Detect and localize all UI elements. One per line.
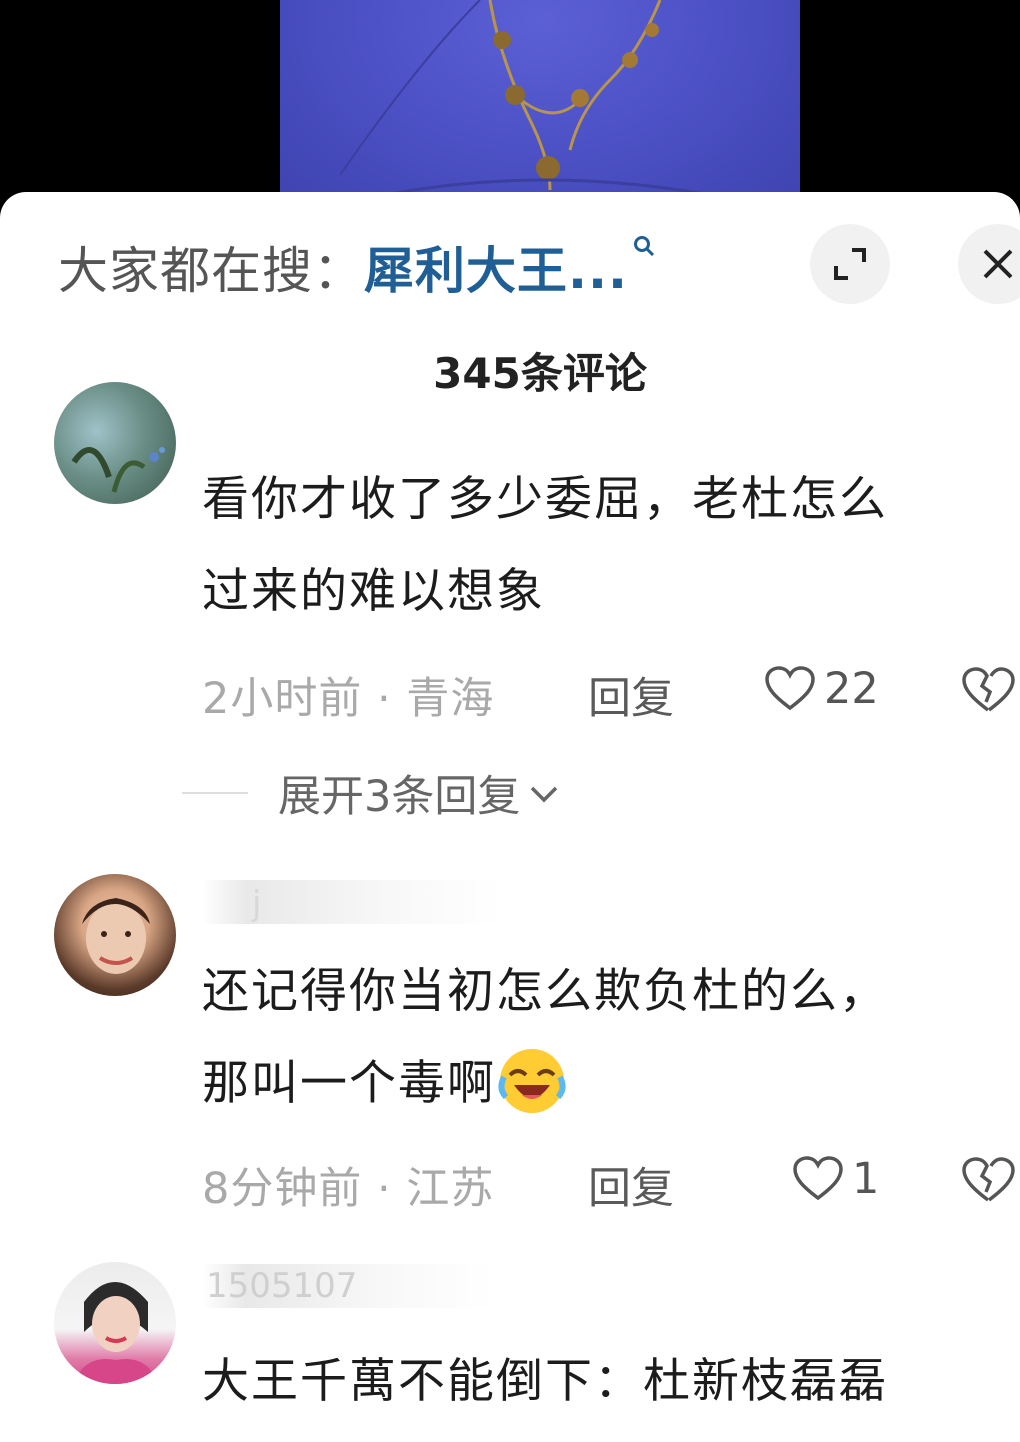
dislike-button[interactable] <box>960 1156 1016 1208</box>
search-prefix: 大家都在搜： <box>58 242 364 300</box>
comment-text-line: 还记得你当初怎么欺负杜的么， <box>202 964 888 1019</box>
comment-count: 345条评论 <box>433 349 647 398</box>
heart-icon <box>765 666 815 711</box>
comment-item: 1505107 大王千萬不能倒下：杜新枝磊磊 <box>0 1260 1020 1442</box>
search-term-link[interactable]: 犀利大王... <box>364 231 628 303</box>
username-text: j <box>252 884 262 924</box>
expand-button[interactable] <box>810 224 890 304</box>
divider-line <box>182 792 248 794</box>
laughing-crying-emoji <box>498 1048 566 1113</box>
meta-separator: · <box>377 1164 407 1214</box>
meta-separator: · <box>377 674 407 724</box>
heart-icon <box>793 1156 843 1201</box>
comment-text-line: 大王千萬不能倒下：杜新枝磊磊 <box>202 1354 888 1409</box>
comment-text-line: 看你才收了多少委屈，老杜怎么 <box>202 472 888 527</box>
username[interactable]: j <box>202 880 502 924</box>
comment-meta: 8分钟前 · 江苏 <box>202 1154 494 1216</box>
close-button[interactable] <box>958 224 1020 304</box>
username[interactable]: 1505107 <box>202 1264 492 1308</box>
video-background[interactable] <box>0 0 1020 210</box>
comment-text-line: 过来的难以想象 <box>202 564 545 619</box>
avatar[interactable] <box>54 874 176 996</box>
like-count: 22 <box>824 664 879 714</box>
comment-location: 江苏 <box>406 1164 495 1214</box>
chevron-down-icon <box>531 786 558 803</box>
search-icon[interactable] <box>632 234 656 265</box>
comment-time: 8分钟前 <box>202 1164 363 1214</box>
comment-time: 2小时前 <box>202 674 363 724</box>
comment-location: 青海 <box>406 674 495 724</box>
necklace-image <box>319 0 781 210</box>
like-button[interactable]: 22 <box>764 664 879 714</box>
video-frame[interactable] <box>280 0 800 210</box>
search-suggestion[interactable]: 大家都在搜： 犀利大王... <box>58 232 656 302</box>
comment-text: 那叫一个毒啊 <box>202 1056 496 1111</box>
username-text: 1505107 <box>206 1266 358 1306</box>
avatar[interactable] <box>54 1262 176 1384</box>
like-count: 1 <box>852 1154 880 1204</box>
comments-sheet: 大家都在搜： 犀利大王... 345条评论 看你才收了多少委屈，老杜怎么 过来的… <box>0 192 1020 1442</box>
expand-icon <box>834 248 866 280</box>
expand-replies-label: 展开3条回复 <box>278 772 521 822</box>
close-icon <box>983 249 1013 279</box>
avatar[interactable] <box>54 382 176 504</box>
expand-replies-button[interactable]: 展开3条回复 <box>182 762 562 824</box>
broken-heart-icon <box>962 1157 1015 1202</box>
comment-item: j 还记得你当初怎么欺负杜的么， 那叫一个毒啊 8分钟前 · 江苏 回复 1 <box>0 872 1020 1302</box>
comment-meta: 2小时前 · 青海 <box>202 664 494 726</box>
broken-heart-icon <box>962 667 1015 712</box>
dislike-button[interactable] <box>960 666 1016 718</box>
reply-button[interactable]: 回复 <box>588 1154 674 1216</box>
comment-text-line: 那叫一个毒啊 <box>202 1038 1017 1130</box>
reply-button[interactable]: 回复 <box>588 664 674 726</box>
like-button[interactable]: 1 <box>792 1154 879 1204</box>
